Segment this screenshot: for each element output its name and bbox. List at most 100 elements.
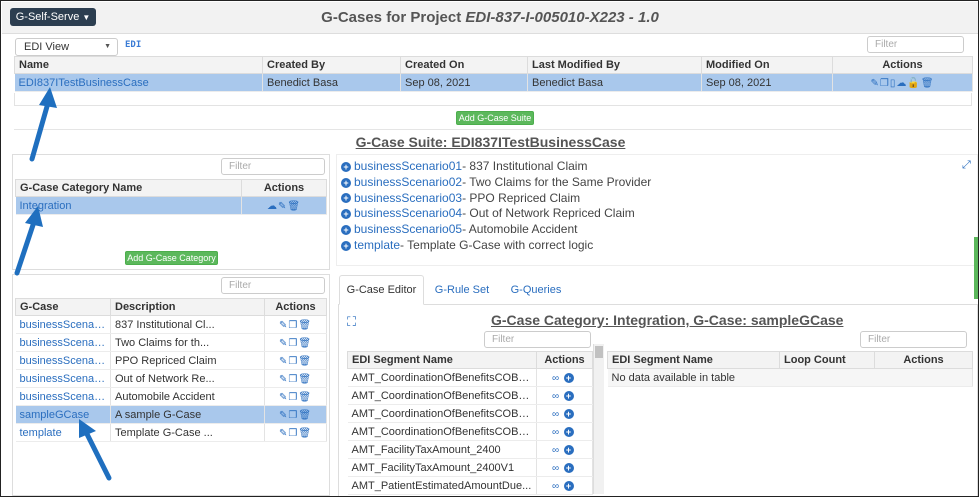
plus-circle-icon[interactable]: + (563, 480, 574, 491)
loop-filter-input[interactable]: Filter (860, 331, 967, 348)
trash-icon[interactable]: 🗑 (298, 374, 312, 385)
hierarchy-icon[interactable]: ⛶ (347, 314, 356, 330)
table-row[interactable]: sampleGCase A sample G-Case ✎❐🗑 (15, 405, 327, 424)
trash-icon[interactable]: 🗑 (287, 201, 301, 212)
list-item[interactable]: + businessScenario03 - PPO Repriced Claim (341, 191, 651, 207)
table-row[interactable]: template Template G-Case ... ✎❐🗑 (15, 423, 327, 442)
gcase-link[interactable]: template (15, 423, 111, 442)
plus-circle-icon[interactable]: + (563, 390, 574, 401)
list-item[interactable]: + template - Template G-Case with correct… (341, 238, 651, 254)
view-select[interactable]: EDI View ▼ (15, 38, 118, 56)
trash-icon[interactable]: 🗑 (298, 428, 312, 439)
scenario-link[interactable]: businessScenario01 (354, 159, 462, 175)
col-loop-segment-name[interactable]: EDI Segment Name (607, 351, 780, 369)
table-row[interactable]: AMT_CoordinationOfBenefitsCOBP... ∞ + (347, 386, 593, 405)
project-name-link[interactable]: EDI837ITestBusinessCase (14, 73, 263, 92)
gcase-link[interactable]: businessScenario02 (15, 333, 111, 352)
link-icon[interactable]: ∞ (552, 409, 560, 420)
copy-icon[interactable]: ❐ (288, 338, 298, 349)
scenario-link[interactable]: businessScenario04 (354, 206, 462, 222)
gcase-link[interactable]: sampleGCase (15, 405, 111, 424)
segment-filter-input[interactable]: Filter (484, 331, 591, 348)
copy-icon[interactable]: ❐ (288, 410, 298, 421)
project-filter-input[interactable]: Filter (867, 36, 964, 53)
scenario-link[interactable]: template (354, 238, 400, 254)
copy-icon[interactable]: ❐ (288, 428, 298, 439)
table-row[interactable]: businessScenario01 837 Institutional Cl..… (15, 315, 327, 334)
table-row[interactable]: AMT_CoordinationOfBenefitsCOBT... ∞ + (347, 422, 593, 441)
table-row[interactable]: AMT_PatientEstimatedAmountDue... ∞ + (347, 476, 593, 495)
plus-circle-icon[interactable]: + (341, 225, 351, 236)
table-row[interactable]: AMT_CoordinationOfBenefitsCOBP... ∞ + (347, 368, 593, 387)
table-row[interactable]: businessScenario03 PPO Repriced Claim ✎❐🗑 (15, 351, 327, 370)
col-loop-count[interactable]: Loop Count (779, 351, 875, 369)
table-row[interactable]: AMT_FacilityTaxAmount_2400V1 ∞ + (347, 458, 593, 477)
edit-icon[interactable]: ✎ (279, 428, 288, 439)
gcase-link[interactable]: businessScenario04 (15, 369, 111, 388)
plus-circle-icon[interactable]: + (341, 177, 351, 188)
edit-icon[interactable]: ✎ (279, 320, 288, 331)
col-last-modified-by[interactable]: Last Modified By (527, 56, 702, 74)
table-row[interactable]: businessScenario02 Two Claims for th... ✎❐… (15, 333, 327, 352)
add-gcase-suite-button[interactable]: Add G-Case Suite (456, 111, 534, 125)
segment-scrollbar[interactable] (593, 344, 604, 494)
plus-circle-icon[interactable]: + (563, 426, 574, 437)
copy-icon[interactable]: ❐ (288, 392, 298, 403)
scrollbar-thumb[interactable] (595, 346, 603, 358)
plus-circle-icon[interactable]: + (341, 161, 351, 172)
edit-icon[interactable]: ✎ (278, 201, 287, 212)
link-icon[interactable]: ∞ (552, 463, 560, 474)
edi-link[interactable]: EDI (125, 40, 141, 50)
plus-circle-icon[interactable]: + (563, 372, 574, 383)
plus-circle-icon[interactable]: + (341, 209, 351, 220)
col-edi-segment-name[interactable]: EDI Segment Name (347, 351, 537, 369)
list-item[interactable]: + businessScenario01 - 837 Institutional … (341, 159, 651, 175)
list-item[interactable]: + businessScenario02 - Two Claims for the… (341, 175, 651, 191)
scenario-link[interactable]: businessScenario05 (354, 222, 462, 238)
edit-icon[interactable]: ✎ (279, 356, 288, 367)
edit-icon[interactable]: ✎ (279, 374, 288, 385)
category-link[interactable]: Integration (15, 196, 242, 215)
trash-icon[interactable]: 🗑 (298, 356, 312, 367)
trash-icon[interactable]: 🗑 (298, 392, 312, 403)
table-row[interactable]: businessScenario04 Out of Network Re... ✎❐… (15, 369, 327, 388)
trash-icon[interactable]: 🗑 (298, 320, 312, 331)
edit-icon[interactable]: ✎ (870, 78, 879, 89)
link-icon[interactable]: ∞ (552, 391, 560, 402)
scenario-link[interactable]: businessScenario03 (354, 191, 462, 207)
plus-circle-icon[interactable]: + (563, 408, 574, 419)
list-item[interactable]: + businessScenario05 - Automobile Acciden… (341, 222, 651, 238)
copy-icon[interactable]: ❐ (288, 356, 298, 367)
col-gcase[interactable]: G-Case (15, 298, 111, 316)
edit-icon[interactable]: ✎ (279, 338, 288, 349)
plus-circle-icon[interactable]: + (341, 193, 351, 204)
table-row[interactable]: EDI837ITestBusinessCase Benedict Basa Se… (14, 73, 973, 92)
col-created-by[interactable]: Created By (262, 56, 401, 74)
col-name[interactable]: Name (14, 56, 263, 74)
gcase-link[interactable]: businessScenario03 (15, 351, 111, 370)
plus-circle-icon[interactable]: + (563, 462, 574, 473)
copy-icon[interactable]: ❐ (880, 78, 890, 89)
plus-circle-icon[interactable]: + (563, 444, 574, 455)
upload-icon[interactable]: ☁ (896, 78, 907, 89)
link-icon[interactable]: ∞ (552, 481, 560, 492)
link-icon[interactable]: ∞ (552, 445, 560, 456)
link-icon[interactable]: ∞ (552, 427, 560, 438)
table-row[interactable]: AMT_FacilityTaxAmount_2400 ∞ + (347, 440, 593, 459)
edit-icon[interactable]: ✎ (279, 410, 288, 421)
scenario-link[interactable]: businessScenario02 (354, 175, 462, 191)
tab-gqueries[interactable]: G-Queries (504, 275, 568, 305)
copy-icon[interactable]: ❐ (288, 320, 298, 331)
gcase-link[interactable]: businessScenario01 (15, 315, 111, 334)
gcase-filter-input[interactable]: Filter (221, 277, 325, 294)
table-row[interactable]: Integration ☁✎🗑 (15, 196, 327, 215)
table-row[interactable]: AMT_CoordinationOfBenefitsCOBT... ∞ + (347, 404, 593, 423)
edit-icon[interactable]: ✎ (279, 392, 288, 403)
copy-icon[interactable]: ❐ (288, 374, 298, 385)
tab-grule-set[interactable]: G-Rule Set (430, 275, 494, 305)
col-description[interactable]: Description (110, 298, 265, 316)
gcase-link[interactable]: businessScenario05 (15, 387, 111, 406)
col-modified-on[interactable]: Modified On (701, 56, 833, 74)
link-icon[interactable]: ∞ (552, 373, 560, 384)
tab-gcase-editor[interactable]: G-Case Editor (339, 275, 424, 305)
